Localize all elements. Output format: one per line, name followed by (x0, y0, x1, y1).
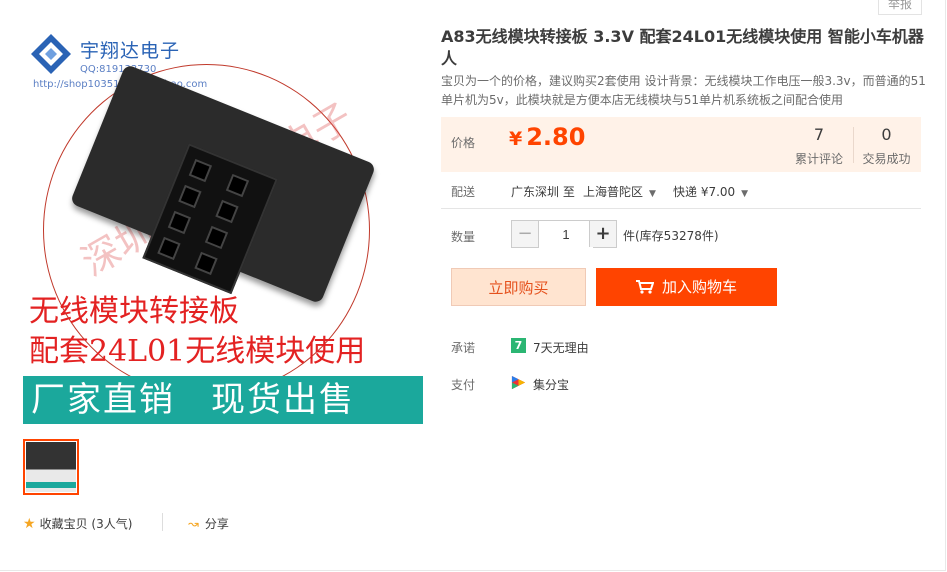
cart-icon (635, 280, 655, 294)
sales-count-stat: 0 交易成功 (859, 125, 914, 167)
shipping-from: 广东深圳 至 (511, 185, 575, 199)
product-subtitle: 宝贝为一个的价格，建议购买2套使用 设计背景：无线模块工作电压一般3.3v，而普… (441, 74, 926, 107)
favorite-count: (3人气) (91, 517, 133, 531)
product-main-image[interactable]: 宇翔达电子 QQ:819133730 http://shop103515034.… (23, 24, 423, 424)
sales-count: 0 (881, 125, 892, 144)
price-label: 价格 (451, 136, 476, 150)
image-caption-line2: 配套24L01无线模块使用 (29, 334, 366, 369)
price-number: 2.80 (526, 123, 586, 151)
quantity-increase-button[interactable]: + (589, 221, 616, 247)
jifenbao-icon (511, 375, 526, 390)
quantity-stepper: − + (511, 220, 617, 249)
section-divider (441, 208, 921, 209)
favorite-button[interactable]: ★ 收藏宝贝 (3人气) (23, 515, 132, 532)
sales-count-label: 交易成功 (862, 152, 911, 166)
share-icon: ↝ (188, 517, 199, 532)
favorite-label: 收藏宝贝 (39, 517, 88, 531)
payment-label: 支付 (451, 378, 476, 392)
image-banner: 厂家直销 现货出售 (23, 376, 423, 424)
shipping-label: 配送 (451, 185, 476, 199)
add-to-cart-label: 加入购物车 (661, 278, 737, 296)
logo-text: 宇翔达电子 (80, 40, 181, 62)
add-to-cart-button[interactable]: 加入购物车 (596, 268, 777, 306)
shipping-destination-select[interactable]: 上海普陀区 ▼ (583, 183, 656, 200)
logo-icon (31, 34, 71, 74)
quantity-input[interactable] (539, 221, 593, 249)
thumbnail-image[interactable] (23, 439, 79, 495)
price-value: ¥2.80 (509, 123, 585, 151)
report-link[interactable]: 举报 (878, 0, 922, 15)
divider (162, 513, 163, 531)
quantity-decrease-button[interactable]: − (512, 221, 539, 247)
caret-down-icon: ▼ (649, 189, 656, 199)
caret-down-icon: ▼ (741, 189, 749, 199)
quantity-label: 数量 (451, 230, 476, 244)
promise-label: 承诺 (451, 341, 476, 355)
seven-day-return-icon: 7 (511, 338, 526, 353)
payment-text[interactable]: 集分宝 (533, 376, 569, 393)
star-icon: ★ (23, 516, 36, 532)
price-panel: 价格 ¥2.80 7 累计评论 0 交易成功 (441, 117, 921, 172)
share-button[interactable]: ↝ 分享 (188, 515, 229, 532)
share-label: 分享 (204, 517, 229, 531)
review-count-label: 累计评论 (794, 152, 843, 166)
product-title: A83无线模块转接板 3.3V 配套24L01无线模块使用 智能小车机器人 (441, 27, 924, 68)
buy-now-button[interactable]: 立即购买 (451, 268, 586, 306)
promise-text[interactable]: 7天无理由 (533, 339, 589, 356)
currency-symbol: ¥ (509, 128, 523, 150)
stat-divider (853, 127, 854, 163)
shipping-destination: 上海普陀区 (583, 185, 644, 199)
review-count-stat[interactable]: 7 累计评论 (789, 125, 849, 167)
review-count: 7 (813, 125, 825, 144)
shipping-method: 快递 ¥7.00 (673, 185, 736, 199)
image-caption-line1: 无线模块转接板 (29, 294, 239, 329)
stock-text: 件(库存53278件) (623, 229, 719, 243)
shipping-method-select[interactable]: 快递 ¥7.00 ▼ (673, 183, 748, 200)
